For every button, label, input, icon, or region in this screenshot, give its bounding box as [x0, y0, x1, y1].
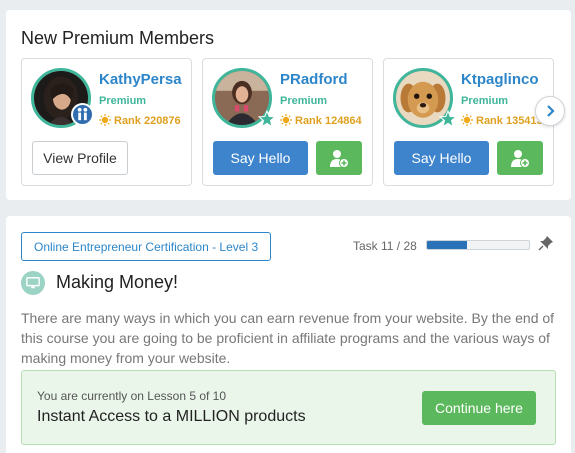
member-rank: Rank 135413: [461, 114, 543, 127]
member-card: PRadford Premium Rank 124864 Say Hello: [202, 58, 373, 186]
star-icon: [257, 109, 277, 128]
add-user-icon: [511, 150, 530, 168]
member-username[interactable]: PRadford: [280, 71, 348, 88]
star-icon: [438, 109, 458, 128]
rank-sun-icon: [280, 114, 292, 126]
rank-sun-icon: [461, 114, 473, 126]
course-panel: Online Entrepreneur Certification - Leve…: [6, 216, 571, 453]
panel-title: New Premium Members: [21, 28, 215, 48]
current-lesson-status: You are currently on Lesson 5 of 10: [37, 389, 227, 403]
current-lesson-box: You are currently on Lesson 5 of 10 Inst…: [21, 370, 556, 445]
current-lesson-name: Instant Access to a MILLION products: [37, 408, 306, 425]
say-hello-button[interactable]: Say Hello: [213, 141, 308, 175]
add-friend-button[interactable]: [497, 141, 543, 175]
new-premium-members-panel: New Premium Members KathyPersa Premium R…: [6, 10, 571, 200]
task-counter: Task 11 / 28: [353, 239, 417, 253]
pin-icon[interactable]: [538, 235, 554, 251]
member-tier: Premium: [461, 95, 509, 107]
member-card: Ktpaglinco Premium Rank 135413 Say Hello: [383, 58, 554, 186]
lesson-title: Making Money!: [56, 272, 179, 292]
lesson-description: There are many ways in which you can ear…: [21, 310, 555, 366]
say-hello-button[interactable]: Say Hello: [394, 141, 489, 175]
member-tier: Premium: [99, 95, 147, 107]
task-progress-bar: [426, 240, 530, 250]
member-username[interactable]: KathyPersa: [99, 71, 182, 88]
view-profile-button[interactable]: View Profile: [32, 141, 128, 175]
member-username[interactable]: Ktpaglinco: [461, 71, 539, 88]
continue-button[interactable]: Continue here: [422, 391, 536, 425]
chevron-right-icon: [547, 105, 555, 117]
member-tier: Premium: [280, 95, 328, 107]
monitor-icon: [26, 277, 40, 289]
certification-tag[interactable]: Online Entrepreneur Certification - Leve…: [21, 232, 272, 261]
member-rank: Rank 124864: [280, 114, 362, 127]
member-rank: Rank 220876: [99, 114, 181, 127]
rank-text: Rank 220876: [114, 115, 181, 127]
family-icon: [71, 103, 94, 126]
add-user-icon: [330, 150, 349, 168]
member-card: KathyPersa Premium Rank 220876 View Prof…: [21, 58, 192, 186]
rank-sun-icon: [99, 114, 111, 126]
rank-text: Rank 135413: [476, 115, 543, 127]
carousel-next-button[interactable]: [535, 96, 565, 126]
task-progress-fill: [427, 241, 467, 249]
lesson-icon: [21, 271, 45, 295]
add-friend-button[interactable]: [316, 141, 362, 175]
rank-text: Rank 124864: [295, 115, 362, 127]
